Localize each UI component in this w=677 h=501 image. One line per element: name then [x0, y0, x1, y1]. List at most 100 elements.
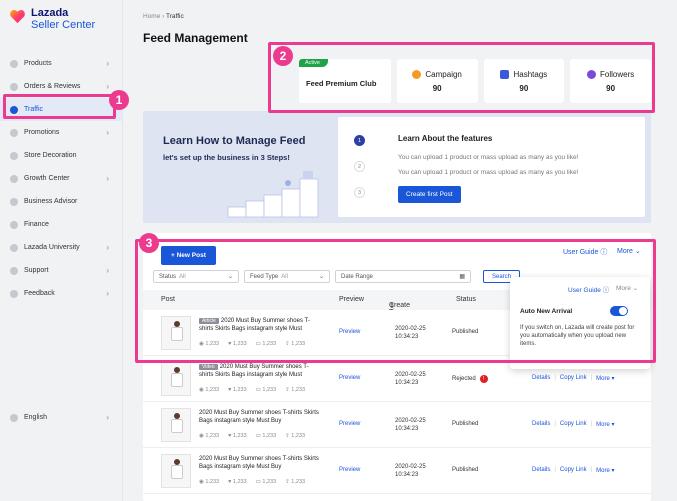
- row-actions: Details | Copy Link | More ▾: [532, 421, 615, 428]
- chevron-right-icon: ›: [106, 59, 109, 68]
- create-time: 2020-02-25 10:34:23: [395, 464, 426, 478]
- learn-desc-2: You can upload 1 product or mass upload …: [398, 169, 579, 176]
- university-icon: [10, 243, 18, 252]
- feedback-icon: [10, 289, 18, 298]
- callout-highlight-1: [3, 94, 116, 119]
- growth-icon: [10, 174, 18, 183]
- comments-icon: ▭ 1,233: [255, 387, 277, 393]
- chevron-right-icon: ›: [106, 174, 109, 183]
- comments-icon: ▭ 1,233: [255, 433, 277, 439]
- learn-subtitle: let's set up the business in 3 Steps!: [163, 153, 290, 162]
- comments-icon: ▭ 1,233: [255, 479, 277, 485]
- post-type-tag: Video: [199, 364, 218, 370]
- row-actions: Details | Copy Link | More ▾: [532, 375, 615, 382]
- brand-name: Lazada: [31, 7, 69, 19]
- sidebar-item-label: Business Advisor: [24, 198, 78, 205]
- chevron-right-icon: ›: [106, 128, 109, 137]
- sidebar-item-label: Orders & Reviews: [24, 83, 81, 90]
- row-more-dropdown[interactable]: More ▾: [596, 421, 614, 428]
- step-3-badge: 3: [354, 187, 365, 198]
- shares-icon: ⇪ 1,233: [285, 433, 306, 439]
- caret-down-icon: ▾: [611, 468, 615, 474]
- sidebar-item-lazada-university[interactable]: Lazada University ›: [0, 236, 123, 259]
- row-actions: Details | Copy Link | More ▾: [532, 467, 615, 474]
- details-link[interactable]: Details: [532, 421, 550, 428]
- store-icon: [10, 151, 18, 160]
- post-title[interactable]: 2020 Must Buy Summer shoes T-shirts Skir…: [199, 455, 319, 471]
- globe-icon: [10, 413, 18, 422]
- support-icon: [10, 266, 18, 275]
- preview-link[interactable]: Preview: [339, 467, 360, 473]
- status-rejected: Rejected!: [452, 375, 488, 383]
- details-link[interactable]: Details: [532, 467, 550, 474]
- learn-title: Learn How to Manage Feed: [163, 135, 306, 147]
- learn-banner: Learn How to Manage Feed let's set up th…: [143, 111, 651, 223]
- create-time: 2020-02-25 10:34:23: [395, 418, 426, 432]
- row-more-dropdown[interactable]: More ▾: [596, 375, 614, 382]
- sidebar-item-label: Support: [24, 267, 49, 274]
- post-title[interactable]: 2020 Must Buy Summer shoes T-shirts Skir…: [199, 409, 319, 425]
- sidebar: Lazada Seller Center Products › Orders & …: [0, 0, 123, 501]
- sidebar-item-label: Promotions: [24, 129, 60, 136]
- learn-desc-1: You can upload 1 product or mass upload …: [398, 154, 579, 161]
- sidebar-item-growth-center[interactable]: Growth Center ›: [0, 167, 123, 190]
- copy-link[interactable]: Copy Link: [560, 375, 587, 382]
- breadcrumb-current: Traffic: [166, 13, 184, 20]
- row-more-dropdown[interactable]: More ▾: [596, 467, 614, 474]
- sidebar-item-feedback[interactable]: Feedback ›: [0, 282, 123, 305]
- create-first-post-button[interactable]: Create first Post: [398, 186, 461, 203]
- caret-down-icon: ▾: [611, 376, 615, 382]
- post-metrics: ◉ 1,233 ♥ 1,233 ▭ 1,233 ⇪ 1,233: [199, 479, 305, 485]
- breadcrumb: Home › Traffic: [143, 13, 184, 20]
- brand-subtitle: Seller Center: [31, 19, 96, 31]
- preview-link[interactable]: Preview: [339, 375, 360, 381]
- page-title: Feed Management: [143, 31, 248, 45]
- copy-link[interactable]: Copy Link: [560, 421, 587, 428]
- callout-marker-2: 2: [273, 46, 293, 66]
- promotions-icon: [10, 128, 18, 137]
- likes-icon: ♥ 1,233: [228, 387, 247, 393]
- chevron-right-icon: ›: [106, 82, 109, 91]
- learn-card-title: Learn About the features: [398, 134, 493, 143]
- post-title[interactable]: Video 2020 Must Buy Summer shoes T-shirts…: [199, 363, 319, 379]
- likes-icon: ♥ 1,233: [228, 479, 247, 485]
- shares-icon: ⇪ 1,233: [285, 387, 306, 393]
- views-icon: ◉ 1,233: [199, 433, 220, 439]
- copy-link[interactable]: Copy Link: [560, 467, 587, 474]
- post-thumbnail[interactable]: [161, 362, 191, 396]
- preview-link[interactable]: Preview: [339, 421, 360, 427]
- alert-icon[interactable]: !: [479, 375, 488, 383]
- views-icon: ◉ 1,233: [199, 387, 220, 393]
- details-link[interactable]: Details: [532, 375, 550, 382]
- sidebar-item-support[interactable]: Support ›: [0, 259, 123, 282]
- chevron-right-icon: ›: [106, 266, 109, 275]
- advisor-icon: [10, 197, 18, 206]
- breadcrumb-home[interactable]: Home: [143, 13, 160, 20]
- sidebar-item-promotions[interactable]: Promotions ›: [0, 121, 123, 144]
- sidebar-item-business-advisor[interactable]: Business Advisor: [0, 190, 123, 213]
- sidebar-item-store-decoration[interactable]: Store Decoration: [0, 144, 123, 167]
- status-text: Published: [452, 467, 479, 473]
- post-metrics: ◉ 1,233 ♥ 1,233 ▭ 1,233 ⇪ 1,233: [199, 433, 305, 439]
- language-switcher[interactable]: English ›: [0, 406, 123, 429]
- caret-down-icon: ▾: [611, 422, 615, 428]
- post-thumbnail[interactable]: [161, 454, 191, 488]
- table-row: 2020 Must Buy Summer shoes T-shirts Skir…: [143, 448, 651, 494]
- callout-highlight-2: [268, 42, 655, 113]
- learn-steps-card: 1 2 3 Learn About the features You can u…: [338, 117, 645, 217]
- sidebar-item-finance[interactable]: Finance: [0, 213, 123, 236]
- step-1-badge: 1: [354, 135, 365, 146]
- callout-marker-1: 1: [109, 90, 129, 110]
- post-thumbnail[interactable]: [161, 408, 191, 442]
- callout-marker-3: 3: [139, 233, 159, 253]
- callout-highlight-3: [135, 239, 656, 363]
- lazada-logo[interactable]: Lazada Seller Center: [10, 7, 95, 31]
- table-row: 2020 Must Buy Summer shoes T-shirts Skir…: [143, 402, 651, 448]
- sidebar-item-label: Finance: [24, 221, 49, 228]
- chevron-right-icon: ›: [106, 289, 109, 298]
- sidebar-item-label: Lazada University: [24, 244, 80, 251]
- shares-icon: ⇪ 1,233: [285, 479, 306, 485]
- sidebar-item-products[interactable]: Products ›: [0, 52, 123, 75]
- orders-icon: [10, 82, 18, 91]
- lazada-heart-icon: [10, 9, 25, 24]
